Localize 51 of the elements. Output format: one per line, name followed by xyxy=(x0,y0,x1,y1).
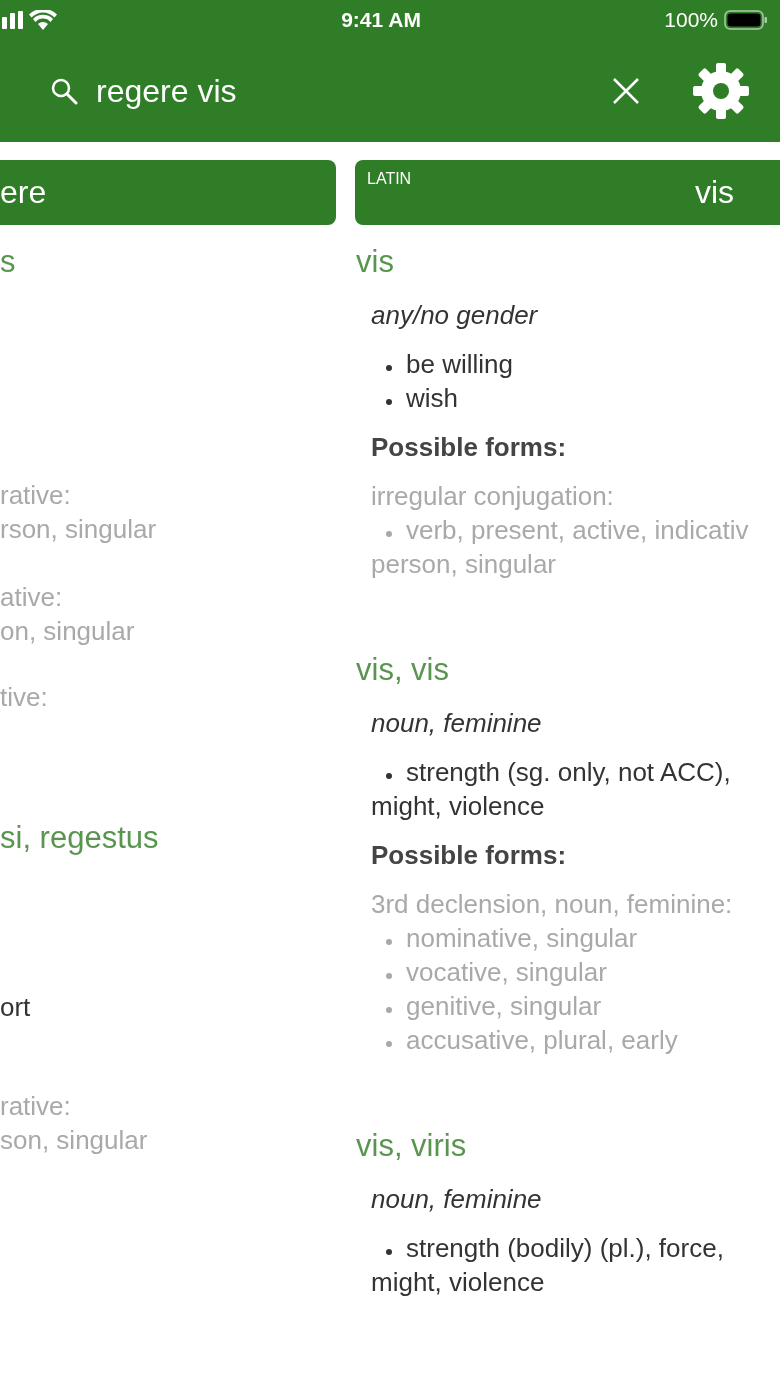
entry-heading: si, regestus xyxy=(0,819,160,857)
battery-percent: 100% xyxy=(664,8,718,32)
list-item: accusative, plural, early xyxy=(371,1023,780,1057)
wifi-icon xyxy=(29,10,57,30)
bullet-icon xyxy=(385,1040,392,1047)
search-icon xyxy=(50,77,78,105)
search-field[interactable]: regere vis xyxy=(50,72,612,110)
signal-icon xyxy=(0,11,23,29)
form-group-title: irregular conjugation: xyxy=(371,480,615,513)
form-group-title: 3rd declension, noun, feminine: xyxy=(371,888,734,921)
bullet-icon xyxy=(385,398,392,405)
grammar-label: any/no gender xyxy=(371,299,539,332)
battery-icon xyxy=(724,10,768,30)
list-item: verb, present, active, indicativ person, singular xyxy=(371,514,750,581)
entry-heading: vis xyxy=(356,243,395,281)
bullet-icon xyxy=(385,1248,392,1255)
entry-heading: s xyxy=(0,243,17,281)
section-title: Possible forms: xyxy=(371,431,568,464)
section-title: Possible forms: xyxy=(371,839,568,872)
status-time: 9:41 AM xyxy=(341,8,421,32)
entry-heading: vis, viris xyxy=(356,1127,468,1165)
close-icon xyxy=(612,77,640,105)
entry-text: ative: xyxy=(0,581,64,614)
list-item: be willing xyxy=(371,347,780,381)
entry-text: rative: xyxy=(0,479,72,512)
list-item: vocative, singular xyxy=(371,955,780,989)
bullet-icon xyxy=(385,772,392,779)
list-item: nominative, singular xyxy=(371,921,780,955)
settings-icon xyxy=(692,62,750,120)
list-item: strength (sg. only, not ACC), might, violence xyxy=(371,756,732,823)
entry-text: rson, singular xyxy=(0,513,158,546)
entry-text: rative: xyxy=(0,1090,72,1123)
language-card[interactable]: ere xyxy=(0,160,336,225)
entry-text: son, singular xyxy=(0,1124,149,1157)
entry-heading: vis, vis xyxy=(356,651,450,689)
language-card[interactable]: LATIN vis xyxy=(355,160,780,225)
entry-text: ort xyxy=(0,991,32,1024)
bullet-icon xyxy=(385,530,392,537)
grammar-label: noun, feminine xyxy=(371,707,543,740)
bullet-icon xyxy=(385,364,392,371)
bullet-icon xyxy=(385,972,392,979)
bullet-icon xyxy=(385,938,392,945)
entry-text: tive: xyxy=(0,681,49,714)
settings-button[interactable] xyxy=(692,62,750,120)
list-item: wish xyxy=(371,381,780,415)
list-item: genitive, singular xyxy=(371,989,780,1023)
list-item: strength (bodily) (pl.), force, might, violence xyxy=(371,1232,725,1299)
clear-button[interactable] xyxy=(612,77,640,105)
bullet-icon xyxy=(385,1006,392,1013)
grammar-label: noun, feminine xyxy=(371,1183,543,1216)
entry-text: on, singular xyxy=(0,615,136,648)
